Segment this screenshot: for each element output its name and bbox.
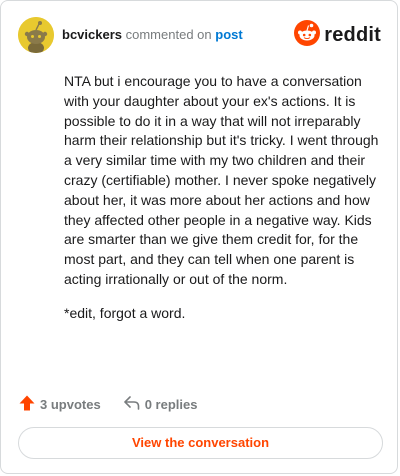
reply-button[interactable]: 0 replies [123, 394, 198, 415]
view-conversation-button[interactable]: View the conversation [18, 427, 383, 459]
upvote-count: 3 upvotes [40, 396, 101, 412]
reddit-wordmark: reddit [324, 23, 381, 46]
reply-arrow-icon [123, 394, 145, 415]
comment-header: bcvickers commented on post reddit [18, 17, 381, 53]
reddit-logo-icon [294, 19, 321, 51]
upvote-button[interactable]: 3 upvotes [18, 394, 101, 415]
comment-paragraph: NTA but i encourage you to have a conver… [64, 73, 379, 287]
username-link[interactable]: bcvickers [62, 27, 122, 42]
embedded-comment-card: bcvickers commented on post reddit NTA b… [0, 0, 398, 474]
reddit-brand[interactable]: reddit [294, 19, 381, 51]
comment-body: NTA but i encourage you to have a conver… [64, 72, 382, 338]
reply-count: 0 replies [144, 396, 198, 412]
snoo-avatar-icon[interactable] [18, 17, 54, 53]
commented-on-text: commented on [125, 27, 212, 42]
upvote-arrow-icon [18, 394, 40, 415]
comment-meta: bcvickers commented on post [62, 27, 243, 43]
post-link[interactable]: post [215, 27, 242, 42]
comment-actions: 3 upvotes 0 replies [18, 394, 219, 414]
comment-paragraph: *edit, forgot a word. [64, 304, 186, 321]
